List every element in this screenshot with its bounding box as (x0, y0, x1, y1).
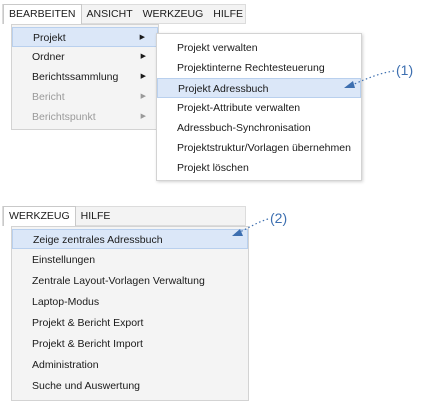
callout-2-pointer (232, 218, 269, 236)
callout-2-label: (2) (270, 210, 288, 226)
